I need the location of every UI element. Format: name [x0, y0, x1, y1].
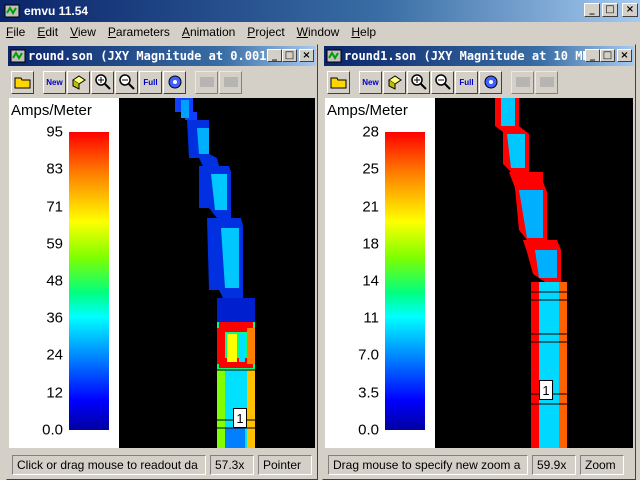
zoom-full-button[interactable]: Full	[139, 70, 162, 94]
zoom-out-icon[interactable]	[431, 70, 454, 94]
legend-units: Amps/Meter	[11, 102, 92, 119]
legend-tick: 48	[46, 272, 63, 290]
legend-tick: 14	[362, 272, 379, 290]
open-folder-icon[interactable]	[11, 70, 34, 94]
status-bar-left: Click or drag mouse to readout da 57.3x …	[8, 453, 316, 477]
open-folder-icon[interactable]	[327, 70, 350, 94]
app-title: emvu 11.54	[24, 4, 89, 18]
parameters-gear-icon[interactable]	[479, 70, 502, 94]
animate-icon[interactable]	[511, 70, 534, 94]
maximize-button[interactable]: □	[602, 3, 618, 17]
menu-edit[interactable]: Edit	[31, 25, 64, 39]
animate-stop-icon[interactable]	[535, 70, 558, 94]
menu-help[interactable]: Help	[345, 25, 382, 39]
new-view-button[interactable]: New	[359, 70, 382, 94]
legend-tick: 25	[362, 160, 379, 178]
child-close-button[interactable]: ×	[299, 49, 314, 62]
status-message: Drag mouse to specify new zoom a	[328, 455, 528, 475]
legend-tick: 3.5	[358, 384, 379, 402]
child-minimize-button[interactable]: _	[267, 49, 282, 62]
status-message: Click or drag mouse to readout da	[12, 455, 206, 475]
legend-tick: 71	[46, 198, 63, 216]
child-title-bar-left: round.son (JXY Magnitude at 0.001 M… _ □…	[8, 46, 316, 66]
legend-tick: 7.0	[358, 346, 379, 364]
document-icon	[326, 49, 342, 63]
menu-file[interactable]: File	[0, 25, 31, 39]
child-title-bar-right: round1.son (JXY Magnitude at 10 MH… _ □ …	[324, 46, 634, 66]
menu-parameters[interactable]: Parameters	[102, 25, 176, 39]
app-title-bar: emvu 11.54 _ □ ×	[0, 0, 640, 22]
legend-tick: 0.0	[358, 421, 379, 439]
legend-tick: 83	[46, 160, 63, 178]
legend-units: Amps/Meter	[327, 102, 408, 119]
child-window-right: round1.son (JXY Magnitude at 10 MH… _ □ …	[322, 44, 636, 480]
port-marker[interactable]: 1	[233, 408, 247, 428]
emvu-app-icon	[4, 4, 20, 18]
menu-animation[interactable]: Animation	[176, 25, 241, 39]
status-zoom: 59.9x	[532, 455, 576, 475]
child-maximize-button[interactable]: □	[282, 49, 297, 62]
current-density-plot-right[interactable]: Amps/Meter 28 25 21 18 14 11 7.0 3.5 0.0	[325, 98, 633, 448]
zoom-in-icon[interactable]	[407, 70, 430, 94]
color-legend-left: Amps/Meter 95 83 71 59 48 36 24 12 0.0	[9, 98, 119, 448]
status-bar-right: Drag mouse to specify new zoom a 59.9x Z…	[324, 453, 634, 477]
status-mode: Pointer	[258, 455, 312, 475]
menu-project[interactable]: Project	[241, 25, 290, 39]
legend-tick: 11	[363, 309, 379, 327]
menu-view[interactable]: View	[64, 25, 102, 39]
current-field-right	[495, 98, 567, 448]
parameters-gear-icon[interactable]	[163, 70, 186, 94]
port-marker[interactable]: 1	[539, 380, 553, 400]
status-zoom: 57.3x	[210, 455, 254, 475]
legend-tick: 59	[46, 235, 63, 253]
trace-segment	[495, 98, 567, 448]
child-minimize-button[interactable]: _	[585, 49, 600, 62]
child-close-button[interactable]: ×	[617, 49, 632, 62]
legend-tick: 0.0	[42, 421, 63, 439]
animate-icon[interactable]	[195, 70, 218, 94]
color-scale-bar	[385, 132, 425, 430]
child-maximize-button[interactable]: □	[600, 49, 615, 62]
zoom-in-icon[interactable]	[91, 70, 114, 94]
legend-tick: 12	[46, 384, 63, 402]
color-scale-bar	[69, 132, 109, 430]
minimize-button[interactable]: _	[584, 3, 600, 17]
child-title-left: round.son (JXY Magnitude at 0.001 M…	[28, 49, 289, 63]
close-button[interactable]: ×	[622, 3, 638, 17]
legend-tick: 21	[362, 198, 379, 216]
new-view-button[interactable]: New	[43, 70, 66, 94]
child-window-left: round.son (JXY Magnitude at 0.001 M… _ □…	[6, 44, 318, 480]
zoom-out-icon[interactable]	[115, 70, 138, 94]
legend-tick: 24	[46, 346, 63, 364]
current-field-left	[175, 98, 255, 448]
zoom-full-button[interactable]: Full	[455, 70, 478, 94]
current-density-plot-left[interactable]: Amps/Meter 95 83 71 59 48 36 24 12 0.0 1	[9, 98, 315, 448]
toolbar-right: New Full	[324, 67, 634, 97]
legend-tick: 36	[46, 309, 63, 327]
legend-tick: 95	[46, 123, 63, 141]
toolbar-left: New Full	[8, 67, 316, 97]
child-title-right: round1.son (JXY Magnitude at 10 MH…	[344, 49, 597, 63]
animate-stop-icon[interactable]	[219, 70, 242, 94]
status-mode: Zoom	[580, 455, 624, 475]
menu-window[interactable]: Window	[291, 25, 346, 39]
legend-tick: 28	[362, 123, 379, 141]
3d-view-icon[interactable]	[383, 70, 406, 94]
document-icon	[10, 49, 26, 63]
trace-hotspot	[217, 322, 255, 448]
legend-tick: 18	[362, 235, 379, 253]
menu-bar: File Edit View Parameters Animation Project Wi…	[0, 22, 640, 42]
3d-view-icon[interactable]	[67, 70, 90, 94]
color-legend-right: Amps/Meter 28 25 21 18 14 11 7.0 3.5 0.0	[325, 98, 435, 448]
